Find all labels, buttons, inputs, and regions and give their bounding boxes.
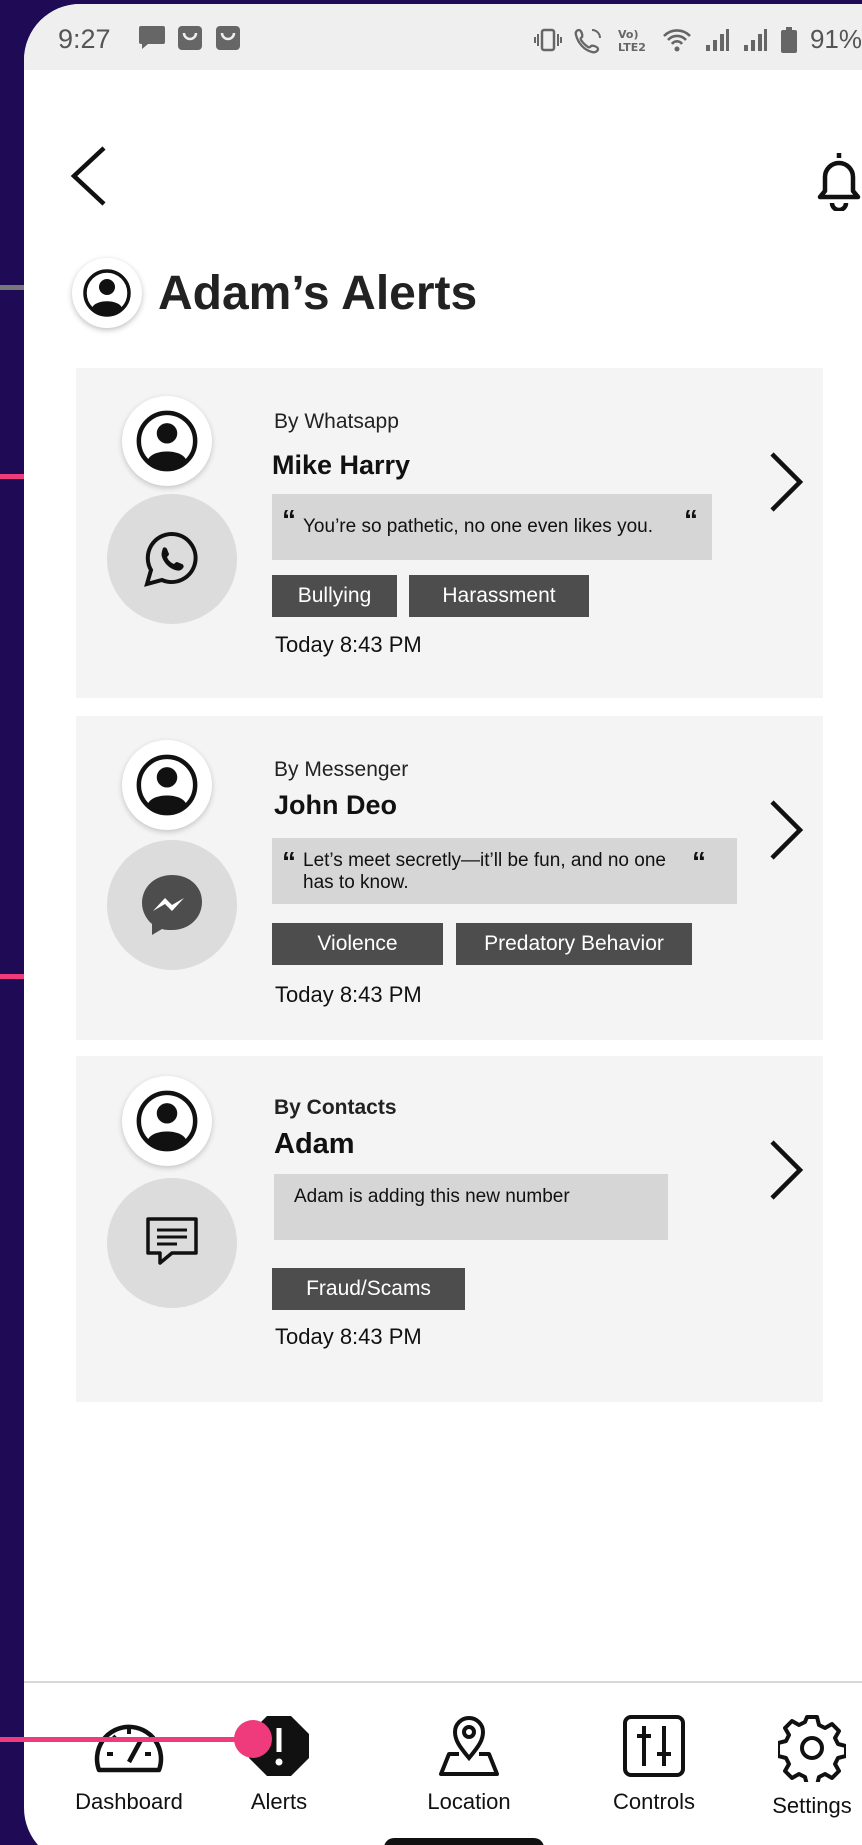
shopping-bag-icon (178, 26, 202, 50)
nav-label: Dashboard (75, 1789, 183, 1814)
alert-sender: John Deo (274, 790, 398, 820)
shopping-bag-icon (216, 26, 240, 50)
wifi-icon (663, 28, 691, 51)
tag-bullying: Bullying (272, 575, 397, 617)
chevron-right-icon[interactable] (766, 1138, 806, 1202)
alert-card-1[interactable]: By Whatsapp Mike Harry “ You’re so pathe… (76, 368, 823, 698)
wifi-call-icon (574, 28, 601, 53)
page-title: Adam’s Alerts (158, 266, 478, 320)
back-chevron-icon[interactable] (68, 144, 112, 208)
nav-label: Controls (613, 1789, 695, 1814)
user-icon (136, 754, 198, 816)
nav-settings[interactable]: Settings (752, 1714, 862, 1819)
svg-text:LTE2: LTE2 (618, 41, 646, 54)
close-quote: “ (684, 504, 698, 535)
connector-line-3 (0, 1737, 250, 1742)
avatar (122, 1076, 212, 1166)
location-pin-icon (439, 1716, 499, 1776)
gray-marker (0, 285, 24, 290)
signal-icon (705, 28, 729, 51)
sliders-icon (623, 1715, 685, 1777)
battery-level: 91% (809, 24, 862, 54)
alert-sender: Adam (274, 1128, 355, 1160)
bell-icon[interactable] (812, 147, 862, 211)
alert-card-3[interactable]: By Contacts Adam Adam is adding this new… (76, 1056, 823, 1402)
alert-message: “ You’re so pathetic, no one even likes … (272, 494, 712, 560)
system-icons: Vo) LTE2 91% (533, 24, 862, 55)
tag-fraud-scams: Fraud/Scams (272, 1268, 465, 1310)
alert-message: “ Let’s meet secretly—it’ll be fun, and … (272, 838, 737, 904)
alert-time: Today 8:43 PM (275, 982, 422, 1007)
alert-time: Today 8:43 PM (275, 632, 422, 657)
alert-source: By Whatsapp (274, 410, 399, 433)
messenger-icon (142, 875, 202, 935)
nav-dashboard[interactable]: Dashboard (54, 1714, 204, 1815)
alert-message: Adam is adding this new number (274, 1174, 668, 1240)
tag-predatory-behavior: Predatory Behavior (456, 923, 692, 965)
alert-sender: Mike Harry (272, 450, 411, 480)
avatar (122, 396, 212, 486)
notification-icons (138, 24, 242, 52)
app-badge (107, 494, 237, 624)
page-header: Adam’s Alerts (72, 258, 477, 328)
home-indicator (384, 1838, 544, 1845)
chat-message-icon (146, 1217, 198, 1265)
signal-icon (743, 28, 767, 51)
alert-source: By Messenger (274, 758, 409, 781)
alert-card-2[interactable]: By Messenger John Deo “ Let’s meet secre… (76, 716, 823, 1040)
message-text: Adam is adding this new number (294, 1186, 570, 1207)
message-text-line2: has to know. (303, 872, 409, 893)
close-quote: “ (692, 846, 706, 877)
nav-label: Alerts (250, 1789, 308, 1814)
user-icon (83, 269, 131, 317)
app-badge (107, 840, 237, 970)
vibrate-icon (533, 28, 562, 51)
nav-label: Settings (772, 1793, 852, 1818)
avatar (122, 740, 212, 830)
open-quote: “ (282, 504, 296, 535)
chevron-right-icon[interactable] (766, 798, 806, 862)
chevron-right-icon[interactable] (766, 450, 806, 514)
phone-screen: 9:27 Vo) LTE2 91% Adam’s Alerts By Whats… (24, 4, 862, 1845)
alert-source: By Contacts (274, 1096, 397, 1119)
volte-icon: Vo)LTE2 (618, 28, 646, 54)
gauge-icon (94, 1724, 164, 1773)
alert-time: Today 8:43 PM (275, 1324, 422, 1349)
chat-bubble-icon (139, 26, 165, 49)
gear-icon (776, 1715, 848, 1787)
avatar[interactable] (72, 258, 142, 328)
status-bar: 9:27 Vo) LTE2 91% (24, 4, 862, 70)
whatsapp-icon (144, 531, 198, 587)
connector-dot-3 (234, 1720, 272, 1758)
status-time: 9:27 (58, 24, 111, 54)
message-text: You’re so pathetic, no one even likes yo… (303, 516, 653, 537)
message-text-line1: Let’s meet secretly—it’ll be fun, and no… (303, 850, 666, 871)
open-quote: “ (282, 846, 296, 877)
nav-controls[interactable]: Controls (584, 1714, 724, 1815)
user-icon (136, 410, 198, 472)
bottom-nav: Dashboard Alerts Location Controls Setti… (24, 1714, 862, 1824)
user-icon (136, 1090, 198, 1152)
nav-location[interactable]: Location (404, 1714, 534, 1815)
nav-divider (24, 1681, 862, 1683)
svg-text:Vo): Vo) (618, 28, 639, 41)
nav-label: Location (427, 1789, 511, 1814)
app-badge (107, 1178, 237, 1308)
battery-icon (780, 26, 797, 53)
tag-harassment: Harassment (409, 575, 589, 617)
tag-violence: Violence (272, 923, 443, 965)
